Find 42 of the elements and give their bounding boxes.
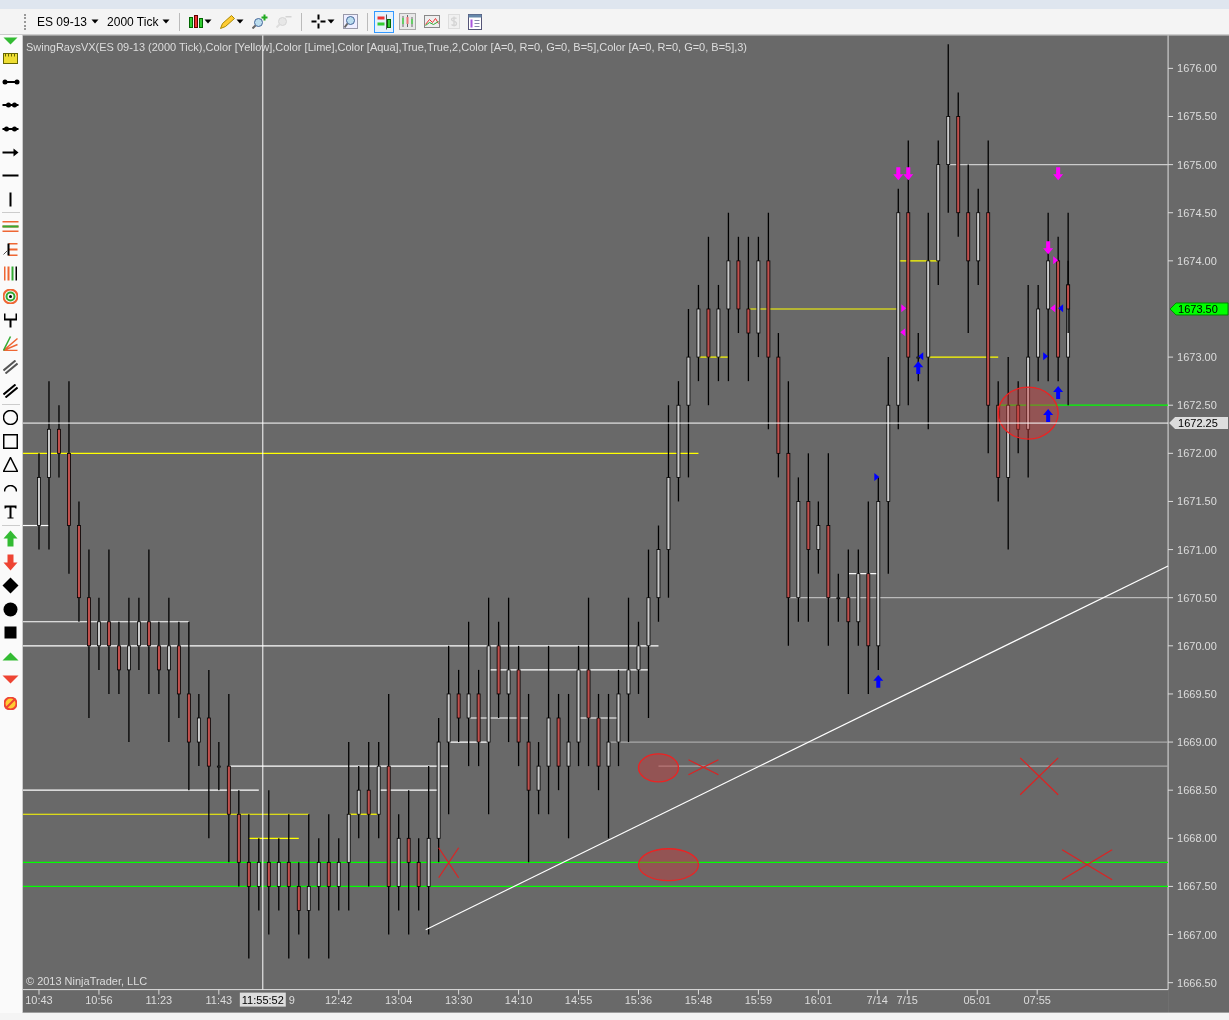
time-label: 14:10 <box>504 993 533 1006</box>
time-label: 7/15 <box>896 993 918 1006</box>
time-label: 07:55 <box>1023 993 1051 1006</box>
time-label: 14:55 <box>564 993 593 1006</box>
last-price-badge: 1673.50 <box>1169 302 1229 316</box>
price-label: 1674.00 <box>1177 254 1217 267</box>
time-label: 13:04 <box>384 993 413 1006</box>
price-label: 1672.00 <box>1177 447 1217 460</box>
time-label: 15:48 <box>684 993 713 1006</box>
price-label: 1669.00 <box>1177 736 1217 749</box>
price-label: 1670.00 <box>1177 639 1217 652</box>
time-label: 13:30 <box>444 993 473 1006</box>
price-label: 1668.00 <box>1177 832 1217 845</box>
time-label: 9 <box>288 993 295 1006</box>
price-label: 1675.00 <box>1177 158 1217 171</box>
price-label: 1674.50 <box>1177 206 1217 219</box>
time-label: 12:42 <box>325 993 353 1006</box>
interval-dropdown[interactable]: 2000 Tick <box>104 12 174 31</box>
price-label: 1668.50 <box>1177 784 1217 797</box>
crosshair-price-badge: 1672.25 <box>1169 417 1228 430</box>
price-label: 1667.50 <box>1177 880 1217 893</box>
price-label: 1670.50 <box>1177 591 1217 604</box>
price-label: 1667.00 <box>1177 928 1217 941</box>
time-label: 11:23 <box>145 993 173 1006</box>
price-label: 1671.00 <box>1177 543 1217 556</box>
copyright-text: © 2013 NinjaTrader, LLC <box>26 974 148 987</box>
price-label: 1671.50 <box>1177 495 1217 508</box>
time-label: 7/14 <box>866 993 888 1006</box>
time-label: 15:36 <box>624 993 653 1006</box>
price-label: 1673.00 <box>1177 351 1217 364</box>
price-label: 1666.50 <box>1177 976 1217 989</box>
time-label: 11:43 <box>205 993 233 1006</box>
time-label: 10:43 <box>25 993 53 1006</box>
time-label: 05:01 <box>963 993 991 1006</box>
price-label: 1676.00 <box>1177 62 1217 75</box>
price-label: 1675.50 <box>1177 110 1217 123</box>
time-label: 16:01 <box>804 993 833 1006</box>
price-label: 1672.50 <box>1177 399 1217 412</box>
time-label: 15:59 <box>744 993 773 1006</box>
price-label: 1669.50 <box>1177 687 1217 700</box>
instrument-dropdown[interactable]: ES 09-13 <box>34 12 103 31</box>
time-label: 10:56 <box>85 993 113 1006</box>
